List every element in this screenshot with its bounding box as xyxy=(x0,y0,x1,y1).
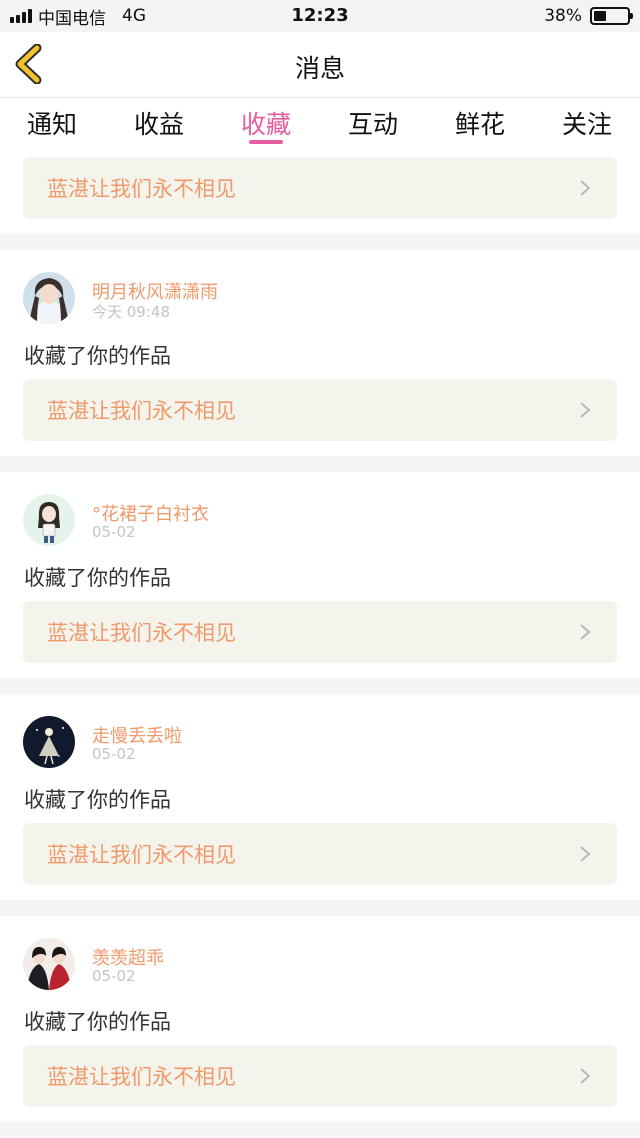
work-card[interactable]: 蓝湛让我们永不相见 xyxy=(23,379,617,441)
tab-interactions[interactable]: 互动 xyxy=(333,105,413,141)
avatar[interactable] xyxy=(23,938,75,990)
action-text: 收藏了你的作品 xyxy=(24,788,171,812)
timestamp: 05-02 xyxy=(92,523,136,541)
chevron-right-icon xyxy=(580,1068,591,1084)
avatar-image xyxy=(23,716,75,768)
timestamp: 今天 09:48 xyxy=(92,303,170,321)
battery-percent: 38% xyxy=(544,6,582,26)
tab-following[interactable]: 关注 xyxy=(547,105,627,141)
chevron-right-icon xyxy=(580,180,591,196)
work-title: 蓝湛让我们永不相见 xyxy=(47,621,236,645)
section-divider xyxy=(0,1122,640,1138)
chevron-right-icon xyxy=(580,402,591,418)
section-divider xyxy=(0,678,640,694)
work-title: 蓝湛让我们永不相见 xyxy=(47,843,236,867)
avatar[interactable] xyxy=(23,494,75,546)
avatar-image xyxy=(23,272,75,324)
action-text: 收藏了你的作品 xyxy=(24,566,171,590)
tab-flowers[interactable]: 鲜花 xyxy=(440,105,520,141)
work-card[interactable]: 蓝湛让我们永不相见 xyxy=(23,823,617,885)
tab-bar: 通知 收益 收藏 互动 鲜花 关注 xyxy=(0,99,640,149)
work-card[interactable]: 蓝湛让我们永不相见 xyxy=(23,601,617,663)
avatar[interactable] xyxy=(23,716,75,768)
tab-favorites[interactable]: 收藏 xyxy=(226,105,306,141)
chevron-right-icon xyxy=(580,846,591,862)
battery-icon xyxy=(590,7,633,25)
timestamp: 05-02 xyxy=(92,745,136,763)
action-text: 收藏了你的作品 xyxy=(24,344,171,368)
nav-bar: 消息 xyxy=(0,32,640,98)
avatar[interactable] xyxy=(23,272,75,324)
work-title: 蓝湛让我们永不相见 xyxy=(47,177,236,201)
avatar-image xyxy=(23,494,75,546)
section-divider xyxy=(0,900,640,916)
work-card[interactable]: 蓝湛让我们永不相见 xyxy=(23,1045,617,1107)
chevron-right-icon xyxy=(580,624,591,640)
status-bar: 中国电信 4G 12:23 38% xyxy=(0,0,640,32)
work-title: 蓝湛让我们永不相见 xyxy=(47,1065,236,1089)
avatar-image xyxy=(23,938,75,990)
tab-notifications[interactable]: 通知 xyxy=(12,105,92,141)
battery-fill xyxy=(594,11,607,21)
status-right: 38% xyxy=(544,6,633,26)
tab-earnings[interactable]: 收益 xyxy=(119,105,199,141)
page-title: 消息 xyxy=(294,54,345,83)
work-title: 蓝湛让我们永不相见 xyxy=(47,399,236,423)
work-card[interactable]: 蓝湛让我们永不相见 xyxy=(23,157,617,219)
section-divider xyxy=(0,456,640,472)
active-tab-indicator xyxy=(249,140,283,144)
timestamp: 05-02 xyxy=(92,967,136,985)
section-divider xyxy=(0,234,640,250)
action-text: 收藏了你的作品 xyxy=(24,1010,171,1034)
